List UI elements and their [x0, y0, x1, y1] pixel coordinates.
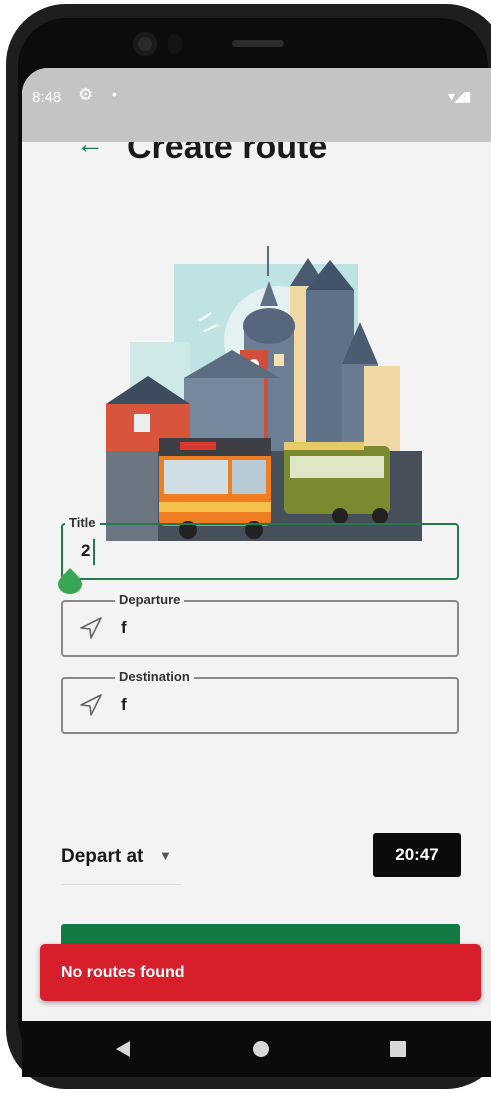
status-bar: 8:48 ⚙ • ▾◢▮: [22, 68, 491, 142]
navigation-arrow-icon: [80, 617, 102, 639]
destination-field[interactable]: Destination f: [61, 669, 459, 734]
destination-field-label: Destination: [115, 669, 194, 684]
nav-home-icon[interactable]: [253, 1041, 269, 1057]
notification-dot: •: [112, 86, 117, 102]
city-bus-illustration: [106, 246, 422, 541]
navigation-arrow-icon: [80, 694, 102, 716]
gear-icon: ⚙: [78, 85, 94, 104]
depart-at-dropdown[interactable]: Depart at ▼: [61, 846, 191, 886]
nav-recents-icon[interactable]: [390, 1041, 406, 1057]
system-nav-bar: [22, 1021, 491, 1077]
departure-field[interactable]: Departure f: [61, 592, 459, 657]
front-camera: [133, 32, 157, 56]
earpiece-speaker: [232, 40, 284, 47]
error-snackbar: No routes found: [40, 944, 481, 1001]
phone-frame: 8:48 ⚙ • ▾◢▮ ← Create route Title 2 Depa…: [0, 0, 491, 1093]
status-time: 8:48: [32, 89, 62, 106]
snackbar-message: No routes found: [61, 964, 185, 981]
nav-back-icon[interactable]: [114, 1039, 132, 1059]
title-field-label: Title: [65, 515, 100, 530]
page-title: Create route: [127, 142, 328, 166]
app-screen: 8:48 ⚙ • ▾◢▮ ← Create route Title 2 Depa…: [22, 68, 491, 1021]
app-header: ← Create route: [22, 142, 491, 182]
title-field-value[interactable]: 2: [81, 541, 90, 561]
departure-field-label: Departure: [115, 592, 185, 607]
dropdown-underline: [61, 884, 181, 885]
departure-field-value[interactable]: f: [121, 618, 127, 638]
destination-field-value[interactable]: f: [121, 695, 127, 715]
back-arrow-icon[interactable]: ←: [76, 142, 104, 160]
text-selection-handle[interactable]: [56, 566, 84, 594]
proximity-sensor: [168, 34, 182, 54]
signal-battery-icons: ▾◢▮: [448, 88, 471, 104]
title-field[interactable]: Title 2: [61, 515, 459, 580]
text-caret: [93, 539, 95, 565]
dropdown-arrow-icon: ▼: [159, 848, 172, 863]
depart-at-label: Depart at: [61, 846, 144, 867]
time-picker-button[interactable]: 20:47: [373, 833, 461, 877]
